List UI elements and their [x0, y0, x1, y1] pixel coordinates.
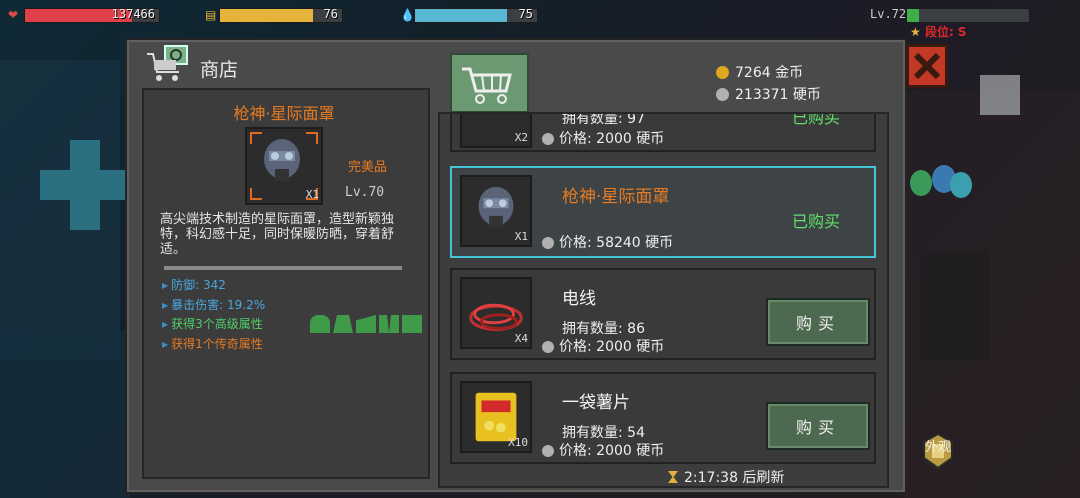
attribute-item: 获得3个高级属性 [162, 315, 263, 332]
item-price: 价格: 58240 硬币 [542, 232, 673, 252]
detail-item-frame: X1 [245, 127, 323, 205]
attribute-item: 防御: 342 [162, 276, 226, 293]
refresh-timer: 2:17:38 后刷新 [668, 467, 784, 487]
detail-item-name: 枪神·星际面罩 [233, 104, 335, 123]
silver-coin-icon [716, 88, 729, 101]
coin-display: 213371 硬币 [716, 84, 821, 104]
silver-coin-icon [542, 237, 554, 249]
hp-bar: 137466 [24, 7, 160, 23]
bought-label: 已购买 [792, 212, 841, 231]
xp-bar [906, 8, 1030, 23]
item-name: 一袋薯片 [562, 393, 630, 413]
silver-coin-icon [542, 341, 554, 353]
shop-item-row[interactable]: X4 电线 拥有数量: 86 价格: 2000 硬币 购买 [450, 268, 876, 360]
gloves-set-icon [356, 315, 376, 333]
silver-coin-icon [542, 133, 554, 145]
helmet-set-icon [310, 315, 330, 333]
bg-balloon [950, 172, 972, 198]
close-button[interactable] [906, 44, 948, 88]
item-price: 价格: 2000 硬币 [542, 128, 664, 148]
pants-set-icon [379, 315, 399, 333]
water-value: 75 [518, 7, 533, 21]
cart-icon [462, 67, 512, 104]
item-level: Lv.70 [345, 185, 385, 200]
rank-text: 段位: S [924, 25, 967, 39]
bg-floor [0, 330, 130, 498]
attribute-item: 暴击伤害: 19.2% [162, 296, 265, 313]
item-owned: 拥有数量: 54 [562, 425, 645, 441]
set-bonus-icons [310, 315, 422, 333]
item-description: 高尖端技术制造的星际面罩，造型新颖独特，科幻感十足，同时保暖防晒，穿着舒适。 [160, 212, 395, 257]
bg-balloon [910, 170, 932, 196]
shop-tab-cart[interactable] [450, 53, 529, 113]
food-icon: ▤ [205, 8, 217, 22]
water-bar-fill [415, 9, 507, 22]
armor-set-icon [333, 315, 353, 333]
water-bar: 75 [414, 7, 538, 23]
energy-bar-fill [220, 9, 313, 22]
detail-divider [164, 266, 402, 270]
boots-set-icon [402, 315, 422, 333]
shop-item-row[interactable]: X10 一袋薯片 拥有数量: 54 价格: 2000 硬币 购买 [450, 372, 876, 464]
appearance-label: 外观 [924, 440, 951, 455]
gold-display: 7264 金币 [716, 62, 803, 82]
bg-cross-sign [40, 140, 130, 230]
item-thumb: X1 [460, 175, 532, 247]
item-name: 电线 [562, 289, 596, 309]
close-icon [913, 52, 941, 80]
item-owned: 拥有数量: 86 [562, 321, 645, 337]
energy-value: 76 [323, 7, 338, 21]
heart-icon: ❤ [8, 8, 19, 22]
attribute-item: 获得1个传奇属性 [162, 335, 263, 352]
gold-coin-icon [716, 66, 729, 79]
bg-machine [980, 75, 1020, 115]
water-drop-icon: 💧 [400, 8, 415, 22]
rank-label: ★ 段位: S [910, 23, 967, 40]
coin-amount: 213371 硬币 [735, 87, 821, 103]
xp-bar-fill [907, 9, 920, 22]
buy-button[interactable]: 购买 [766, 402, 870, 450]
bg-shelf [920, 250, 990, 360]
item-price: 价格: 2000 硬币 [542, 336, 664, 356]
energy-bar: 76 [219, 7, 343, 23]
hourglass-icon [668, 471, 678, 483]
shop-title: 商店 [200, 59, 239, 81]
item-name: 枪神·星际面罩 [562, 187, 670, 207]
star-icon: ★ [910, 25, 921, 39]
detail-qty: X1 [305, 188, 319, 201]
level-label: Lv.72 [870, 7, 907, 21]
gold-amount: 7264 金币 [735, 65, 804, 81]
item-quality: 完美品 [348, 160, 388, 175]
silver-coin-icon [542, 445, 554, 457]
item-price: 价格: 2000 硬币 [542, 440, 664, 460]
item-thumb: X4 [460, 277, 532, 349]
buy-button[interactable]: 购买 [766, 298, 870, 346]
hp-value: 137466 [111, 7, 155, 21]
item-thumb: X10 [460, 381, 532, 453]
shop-cart-icon [145, 44, 191, 84]
shop-item-row-selected[interactable]: X1 枪神·星际面罩 价格: 58240 硬币 已购买 [450, 166, 876, 258]
